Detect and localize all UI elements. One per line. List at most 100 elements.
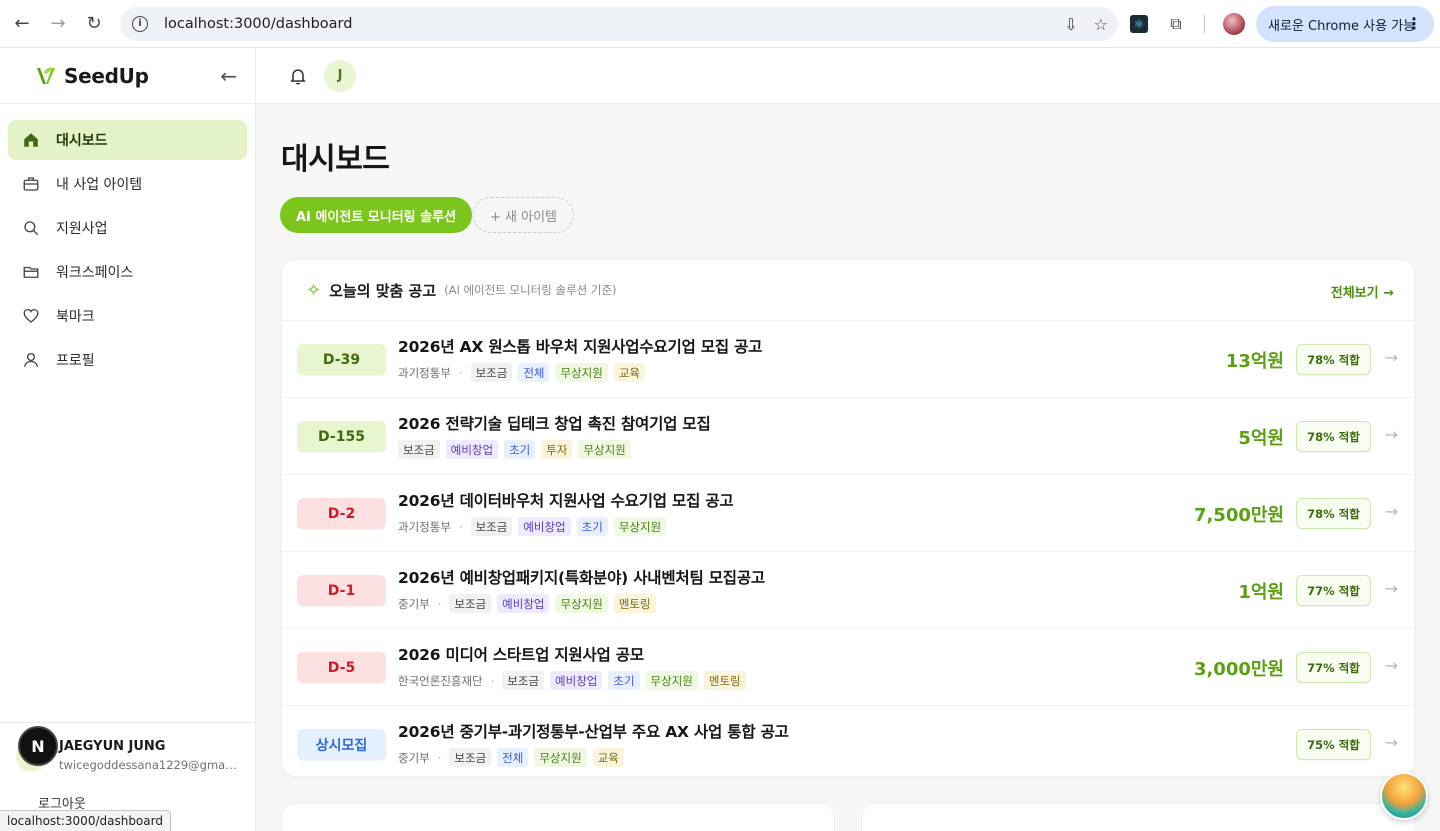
- announcement-title[interactable]: 2026년 중기부-과기정통부-산업부 주요 AX 사업 통합 공고: [398, 720, 789, 742]
- search-icon: [22, 219, 40, 237]
- arrow-right-icon[interactable]: →: [1385, 425, 1398, 444]
- tag: 보조금: [398, 440, 440, 459]
- arrow-right-icon[interactable]: →: [1385, 579, 1398, 598]
- announcement-title[interactable]: 2026 미디어 스타트업 지원사업 공모: [398, 643, 644, 665]
- tag-list: 한국언론진흥재단 · 보조금 예비창업 초기 무상지원 멘토링: [398, 671, 746, 690]
- organization-label: 과기정통부: [398, 365, 451, 380]
- announcement-title[interactable]: 2026년 AX 원스톱 바우처 지원사업수요기업 모집 공고: [398, 335, 762, 357]
- chrome-update-label: 새로운 Chrome 사용 가능: [1268, 18, 1416, 34]
- tag: 전체: [497, 748, 529, 767]
- sidebar-item-bookmark[interactable]: 북마크: [8, 296, 247, 336]
- sidebar-menu: 대시보드 내 사업 아이템 지원사업 워크스페이스 북마크 프로필: [0, 104, 255, 380]
- sidebar-item-workspace[interactable]: 워크스페이스: [8, 252, 247, 292]
- dday-badge: 상시모집: [297, 729, 386, 760]
- match-score-badge: 78% 적합: [1296, 421, 1371, 452]
- browser-toolbar: ← → ↻ i localhost:3000/dashboard ⇩ ☆ ⚛ ⧉…: [0, 0, 1440, 48]
- announcement-title[interactable]: 2026 전략기술 딥테크 창업 촉진 참여기업 모집: [398, 412, 711, 434]
- tag: 예비창업: [550, 671, 603, 690]
- avatar[interactable]: J: [324, 59, 356, 92]
- announcement-row[interactable]: D-5 2026 미디어 스타트업 지원사업 공모 한국언론진흥재단 · 보조금 예비창업…: [282, 629, 1414, 706]
- business-item-chip[interactable]: AI 에이전트 모니터링 솔루션: [280, 197, 473, 233]
- chrome-update-button[interactable]: 새로운 Chrome 사용 가능 ⋮: [1256, 6, 1434, 42]
- sidebar-item-label: 대시보드: [56, 133, 108, 149]
- sidebar-item-label: 북마크: [56, 309, 95, 325]
- separator-dot: ·: [437, 596, 442, 611]
- organization-label: 과기정통부: [398, 519, 451, 534]
- tag: 예비창업: [518, 517, 571, 536]
- tag: 보조금: [470, 363, 513, 382]
- user-name: JAEGYUN JUNG: [59, 739, 166, 754]
- announcement-row[interactable]: D-39 2026년 AX 원스톱 바우처 지원사업수요기업 모집 공고과기정통부…: [282, 321, 1414, 398]
- sidebar-item-dashboard[interactable]: 대시보드: [8, 120, 247, 160]
- announcement-row[interactable]: D-1 2026년 예비창업패키지(특화분야) 사내벤처팀 모집공고 중기부 · 보조금…: [282, 552, 1414, 629]
- brand-name[interactable]: SeedUp: [64, 64, 149, 88]
- arrow-right-icon[interactable]: →: [1385, 733, 1398, 752]
- reload-icon[interactable]: ↻: [76, 6, 112, 42]
- bell-icon[interactable]: [288, 66, 308, 86]
- tag: 전체: [518, 363, 550, 382]
- react-devtools-icon[interactable]: ⚛: [1130, 15, 1148, 33]
- tag-list: 보조금 예비창업 초기 투자 무상지원: [398, 440, 631, 459]
- dday-badge: D-39: [297, 344, 386, 375]
- support-amount: 1억원: [1238, 582, 1284, 603]
- announcement-row[interactable]: 상시모집 2026년 중기부-과기정통부-산업부 주요 AX 사업 통합 공고 중기…: [282, 706, 1414, 776]
- profile-avatar[interactable]: [1223, 13, 1245, 35]
- see-all-link[interactable]: 전체보기 →: [1331, 282, 1394, 301]
- dday-badge: D-1: [297, 575, 386, 606]
- support-amount: 7,500만원: [1193, 505, 1284, 526]
- tag-list: 과기정통부 · 보조금 전체 무상지원 교육: [398, 363, 645, 382]
- announcement-row[interactable]: D-2 2026년 데이터바우처 지원사업 수요기업 모집 공고과기정통부 · 보조금…: [282, 475, 1414, 552]
- tag: 무상지원: [555, 363, 608, 382]
- announcement-row[interactable]: D-155 2026 전략기술 딥테크 창업 촉진 참여기업 모집 보조금 예비창업 초…: [282, 398, 1414, 475]
- top-bar: J: [256, 48, 1440, 104]
- arrow-right-icon[interactable]: →: [1385, 348, 1398, 367]
- tag: 초기: [608, 671, 640, 690]
- collapse-sidebar-icon[interactable]: ←: [220, 64, 237, 88]
- sidebar-item-label: 프로필: [56, 353, 95, 369]
- support-amount: 5억원: [1238, 428, 1284, 449]
- install-app-icon[interactable]: ⇩: [1064, 15, 1077, 34]
- address-url[interactable]: localhost:3000/dashboard: [164, 16, 352, 32]
- tag: 무상지원: [613, 517, 667, 536]
- dday-badge: D-2: [297, 498, 386, 529]
- tag: 보조금: [470, 517, 513, 536]
- user-email: twicegoddessana1229@gmail.com: [59, 758, 239, 772]
- card-title: 오늘의 맞춤 공고: [329, 281, 437, 300]
- seedup-logo-icon: [37, 67, 55, 84]
- tag: 투자: [541, 440, 573, 459]
- separator-dot: ·: [437, 750, 442, 765]
- announcement-title[interactable]: 2026년 데이터바우처 지원사업 수요기업 모집 공고: [398, 489, 734, 511]
- folder-icon: [22, 263, 40, 281]
- calendar-card: [281, 803, 835, 831]
- nextjs-dev-badge[interactable]: N: [18, 726, 58, 766]
- extensions-icon[interactable]: ⧉: [1166, 14, 1186, 34]
- arrow-right-icon[interactable]: →: [1385, 502, 1398, 521]
- bookmark-star-icon[interactable]: ☆: [1094, 15, 1108, 34]
- sidebar-item-support-programs[interactable]: 지원사업: [8, 208, 247, 248]
- site-info-icon[interactable]: i: [132, 16, 148, 32]
- announcement-title[interactable]: 2026년 예비창업패키지(특화분야) 사내벤처팀 모집공고: [398, 566, 765, 588]
- more-menu-icon[interactable]: ⋮: [1406, 14, 1422, 33]
- brand: SeedUp ←: [0, 48, 255, 104]
- back-icon[interactable]: ←: [4, 6, 40, 42]
- tag: 무상지원: [578, 440, 631, 459]
- dday-badge: D-155: [297, 421, 386, 452]
- organization-label: 한국언론진흥재단: [398, 673, 483, 688]
- card-subtitle: (AI 에이전트 모니터링 솔루션 기준): [444, 283, 617, 297]
- separator-dot: ·: [490, 673, 495, 688]
- sidebar-item-profile[interactable]: 프로필: [8, 340, 247, 380]
- arrow-right-icon[interactable]: →: [1385, 656, 1398, 675]
- tag: 예비창업: [497, 594, 550, 613]
- forward-icon[interactable]: →: [40, 6, 76, 42]
- add-item-button[interactable]: + 새 아이템: [473, 197, 574, 233]
- page-title: 대시보드: [281, 142, 390, 177]
- sparkle-icon: ✧: [306, 279, 322, 301]
- sidebar-item-my-business[interactable]: 내 사업 아이템: [8, 164, 247, 204]
- floating-assistant-button[interactable]: [1380, 772, 1428, 820]
- home-icon: [22, 131, 40, 149]
- address-bar[interactable]: i localhost:3000/dashboard ⇩ ☆: [120, 7, 1118, 41]
- tag: 멘토링: [703, 671, 746, 690]
- separator-dot: ·: [458, 519, 463, 534]
- tag: 교육: [592, 748, 624, 767]
- support-amount: 13억원: [1225, 351, 1284, 372]
